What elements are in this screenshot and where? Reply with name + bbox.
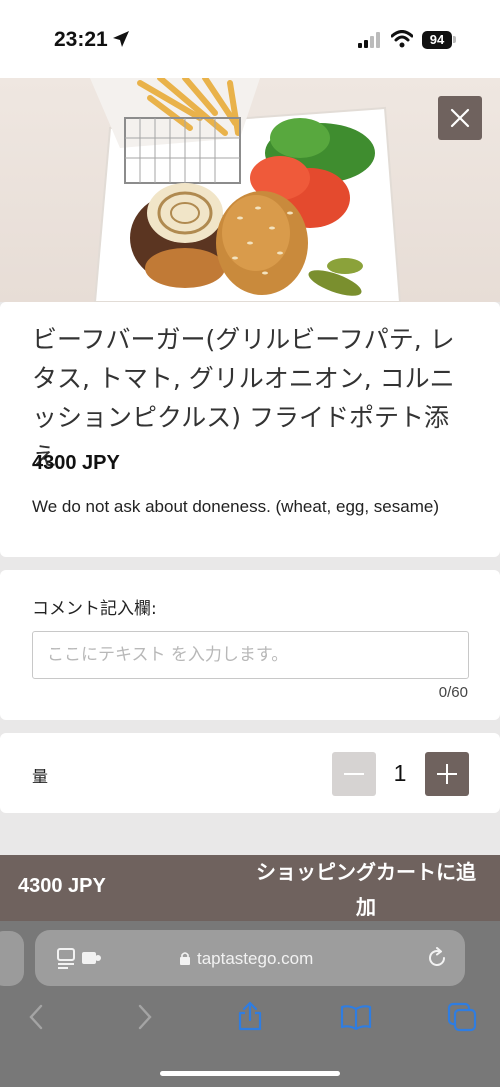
quantity-label: 量 bbox=[32, 767, 49, 786]
burger-illustration bbox=[90, 78, 402, 302]
browser-toolbar: taptastego.com bbox=[0, 921, 500, 1087]
comment-char-counter: 0/60 bbox=[438, 684, 468, 701]
cart-bar: 4300 JPY ショッピングカートに追加 bbox=[0, 855, 500, 921]
product-image bbox=[0, 78, 500, 302]
forward-icon[interactable] bbox=[137, 1004, 153, 1030]
comment-label: コメント記入欄: bbox=[32, 599, 157, 619]
comment-input[interactable] bbox=[32, 631, 469, 679]
add-to-cart-button[interactable]: ショッピングカートに追加 bbox=[250, 855, 482, 921]
reload-icon[interactable] bbox=[426, 947, 448, 969]
battery-icon: 94 bbox=[422, 31, 452, 49]
item-description: We do not ask about doneness. (wheat, eg… bbox=[32, 497, 439, 516]
item-price: 4300 JPY bbox=[32, 452, 120, 474]
share-icon[interactable] bbox=[237, 1001, 263, 1031]
status-time: 23:21 bbox=[54, 28, 108, 51]
plus-icon bbox=[437, 764, 457, 784]
lock-icon bbox=[180, 952, 190, 965]
back-icon[interactable] bbox=[28, 1004, 44, 1030]
minus-icon bbox=[344, 773, 364, 775]
quantity-increase-button[interactable] bbox=[425, 752, 469, 796]
wifi-icon bbox=[391, 30, 413, 48]
cart-total: 4300 JPY bbox=[18, 875, 106, 897]
battery-cap bbox=[453, 36, 456, 43]
cellular-signal-icon bbox=[358, 32, 380, 48]
status-bar: 23:21 94 bbox=[0, 0, 500, 78]
previous-tab-stub[interactable] bbox=[0, 931, 24, 986]
close-button[interactable] bbox=[438, 96, 482, 140]
item-info-card: ビーフバーガー(グリルビーフパテ, レタス, トマト, グリルオニオン, コルニ… bbox=[0, 302, 500, 557]
location-arrow-icon bbox=[113, 31, 129, 47]
bookmarks-icon[interactable] bbox=[340, 1004, 372, 1030]
home-indicator bbox=[160, 1071, 340, 1076]
close-icon bbox=[450, 108, 470, 128]
quantity-value: 1 bbox=[393, 760, 407, 786]
reader-icon[interactable] bbox=[56, 947, 104, 969]
tabs-icon[interactable] bbox=[447, 1002, 477, 1032]
quantity-card: 量 1 bbox=[0, 733, 500, 813]
quantity-decrease-button[interactable] bbox=[332, 752, 376, 796]
comment-card: コメント記入欄: 0/60 bbox=[0, 570, 500, 720]
url-text[interactable]: taptastego.com bbox=[197, 949, 313, 969]
